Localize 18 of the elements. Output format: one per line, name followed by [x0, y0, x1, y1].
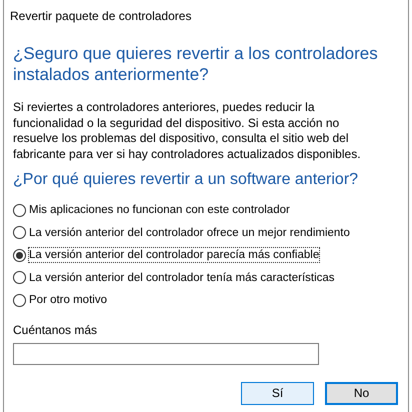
dialog-button[interactable]: No — [325, 382, 398, 404]
radio-label[interactable]: Mis aplicaciones no funcionan con este controlador — [29, 203, 290, 218]
radio-button[interactable] — [13, 204, 26, 217]
radio-label[interactable]: La versión anterior del controlador tenía más características — [29, 270, 335, 285]
radio-button[interactable] — [13, 226, 26, 240]
radio-button[interactable] — [13, 248, 26, 262]
description-text: Si reviertes a controladores anteriores, puedes reducir la funcionalidad o la seguridad del dispositivo. Si esta acción no resuelve los problemas del dispositivo, consulta el sitio web del fabricante para ver si hay controladores actualizados disponibles. — [13, 100, 362, 162]
radio-label[interactable]: La versión anterior del controlador ofrece un mejor rendimiento — [29, 226, 350, 240]
radio-label[interactable]: La versión anterior del controlador parecía más confiable — [29, 248, 320, 262]
field-label: Cuéntanos más — [13, 322, 98, 338]
radio-button[interactable] — [13, 294, 26, 307]
radio-label[interactable]: Por otro motivo — [29, 293, 107, 308]
question-heading: ¿Por qué quieres revertir a un software anterior? — [13, 170, 360, 190]
input-field[interactable] — [13, 342, 319, 364]
dialog-heading: ¿Seguro que quieres revertir a los controladores instalados anteriormente? — [13, 43, 379, 85]
radio-button[interactable] — [13, 271, 26, 284]
window-title: Revertir paquete de controladores — [9, 8, 192, 24]
dialog-button[interactable]: Sí — [241, 382, 314, 404]
